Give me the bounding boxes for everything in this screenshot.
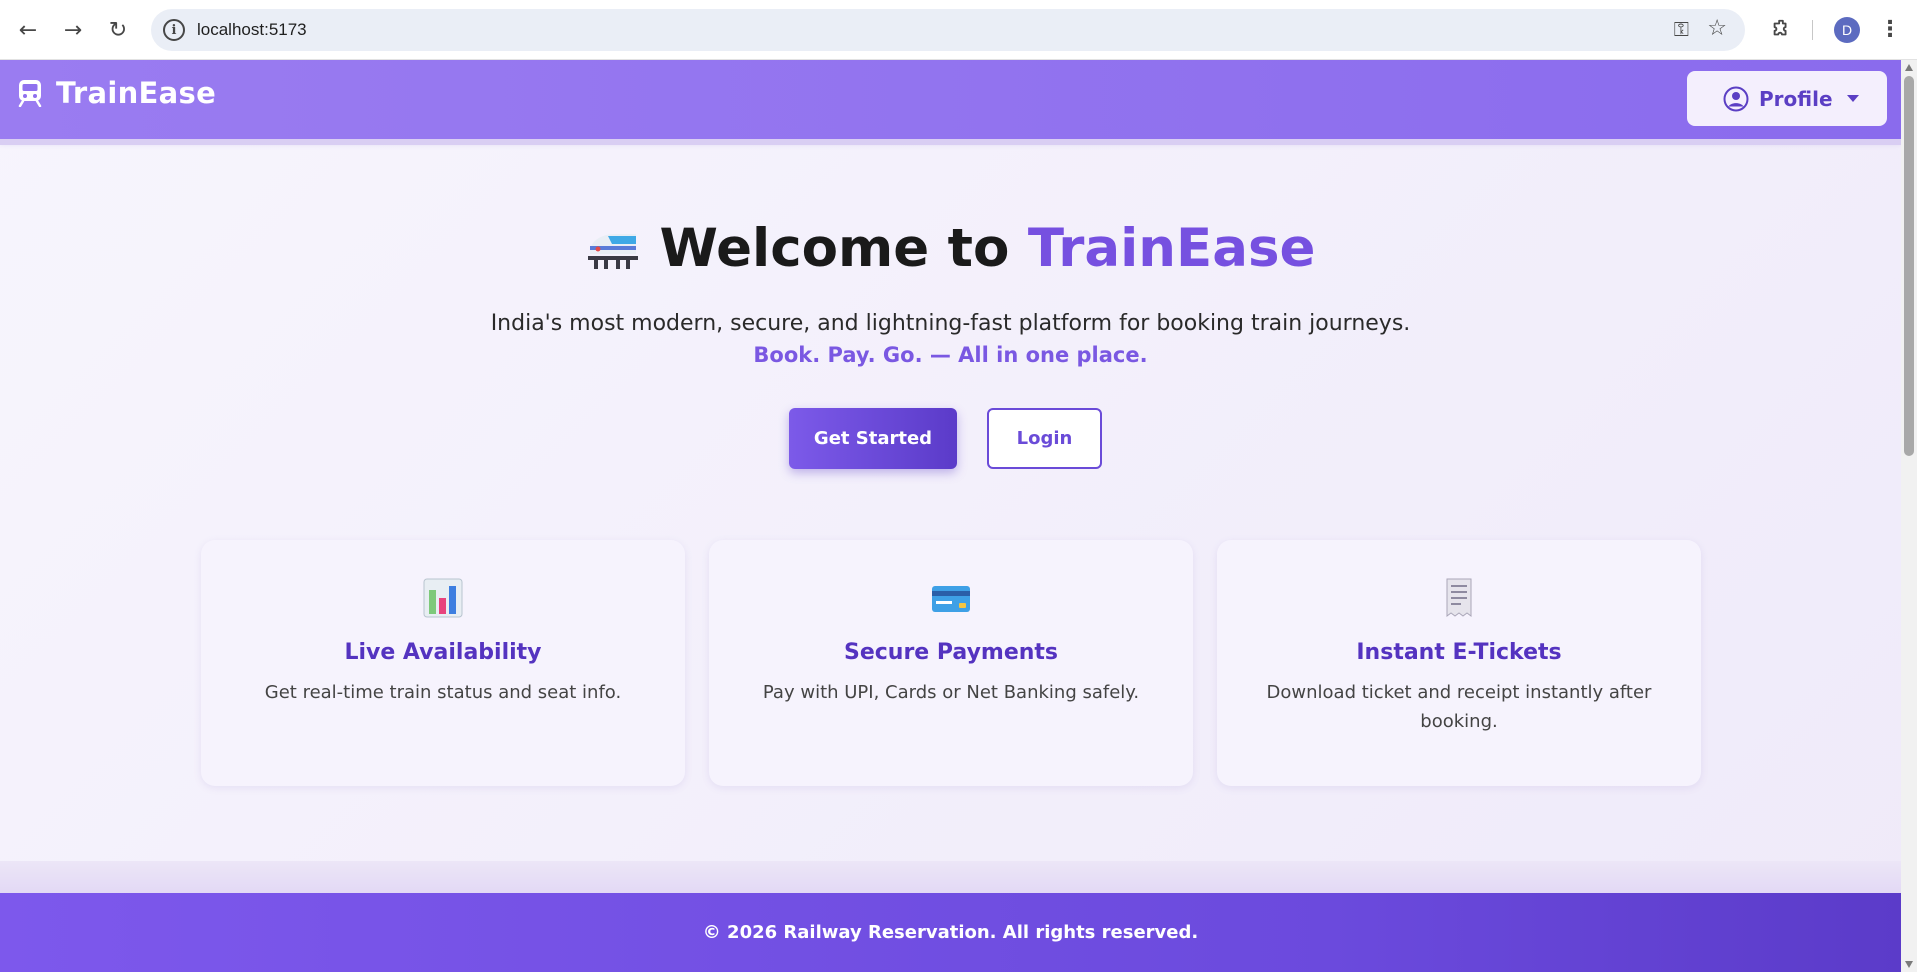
- feature-description: Get real-time train status and seat info…: [264, 682, 622, 703]
- feature-title: Instant E-Tickets: [1356, 640, 1562, 665]
- page-viewport: TrainEase Profile Welcome to TrainEase I…: [0, 60, 1901, 972]
- hero-title-prefix: Welcome to: [659, 218, 1028, 279]
- train-icon: [18, 80, 42, 107]
- browser-toolbar: ← → ↻ i localhost:5173 ⚿ ☆ D ⋮: [0, 0, 1917, 60]
- forward-arrow-icon[interactable]: →: [57, 14, 89, 46]
- hero-tagline: India's most modern, secure, and lightni…: [490, 311, 1411, 336]
- app-navbar: TrainEase Profile: [0, 60, 1901, 139]
- feature-description: Pay with UPI, Cards or Net Banking safel…: [762, 682, 1140, 703]
- scrollbar-thumb[interactable]: [1904, 76, 1914, 456]
- extensions-puzzle-icon[interactable]: [1766, 14, 1796, 44]
- feature-title: Secure Payments: [843, 640, 1059, 665]
- feature-description: Download ticket and receipt instantly af…: [1266, 682, 1652, 732]
- bookmark-star-icon[interactable]: ☆: [1707, 16, 1727, 41]
- footer-divider: [0, 861, 1901, 893]
- page-scrollbar[interactable]: [1901, 60, 1917, 972]
- brand-logo[interactable]: TrainEase: [18, 76, 216, 110]
- hero-title: Welcome to TrainEase: [0, 218, 1901, 279]
- receipt-icon: [1446, 578, 1472, 617]
- feature-card-secure-payments: Secure Payments Pay with UPI, Cards or N…: [709, 540, 1193, 786]
- get-started-button[interactable]: Get Started: [789, 408, 957, 469]
- feature-card-instant-etickets: Instant E-Tickets Download ticket and re…: [1217, 540, 1701, 786]
- profile-label: Profile: [1759, 86, 1833, 111]
- footer-copyright: © 2026 Railway Reservation. All rights r…: [702, 922, 1199, 943]
- credit-card-icon: [932, 586, 970, 612]
- reload-icon[interactable]: ↻: [102, 14, 134, 46]
- browser-menu-icon[interactable]: ⋮: [1879, 14, 1901, 44]
- high-speed-train-icon: [587, 234, 638, 269]
- scroll-up-arrow-icon[interactable]: [1905, 64, 1913, 71]
- login-button[interactable]: Login: [987, 408, 1102, 469]
- toolbar-separator: [1812, 20, 1813, 40]
- address-bar-url[interactable]: localhost:5173: [197, 20, 307, 40]
- feature-title: Live Availability: [344, 640, 542, 665]
- bar-chart-icon: [423, 578, 463, 618]
- site-info-icon[interactable]: i: [163, 19, 185, 41]
- user-circle-icon: [1723, 86, 1749, 111]
- navbar-shadow-strip: [0, 139, 1901, 145]
- back-arrow-icon[interactable]: ←: [12, 14, 44, 46]
- page-footer: © 2026 Railway Reservation. All rights r…: [0, 893, 1901, 972]
- profile-dropdown-button[interactable]: Profile: [1687, 71, 1887, 126]
- scroll-down-arrow-icon[interactable]: [1905, 961, 1913, 968]
- hero-title-accent: TrainEase: [1027, 218, 1316, 279]
- hero-subline: Book. Pay. Go. — All in one place.: [753, 343, 1148, 367]
- browser-profile-avatar[interactable]: D: [1834, 17, 1860, 43]
- address-bar[interactable]: i localhost:5173 ⚿ ☆: [151, 9, 1745, 51]
- feature-card-live-availability: Live Availability Get real-time train st…: [201, 540, 685, 786]
- password-key-icon[interactable]: ⚿: [1674, 17, 1689, 41]
- chevron-down-icon: [1846, 95, 1859, 102]
- brand-name: TrainEase: [56, 76, 217, 110]
